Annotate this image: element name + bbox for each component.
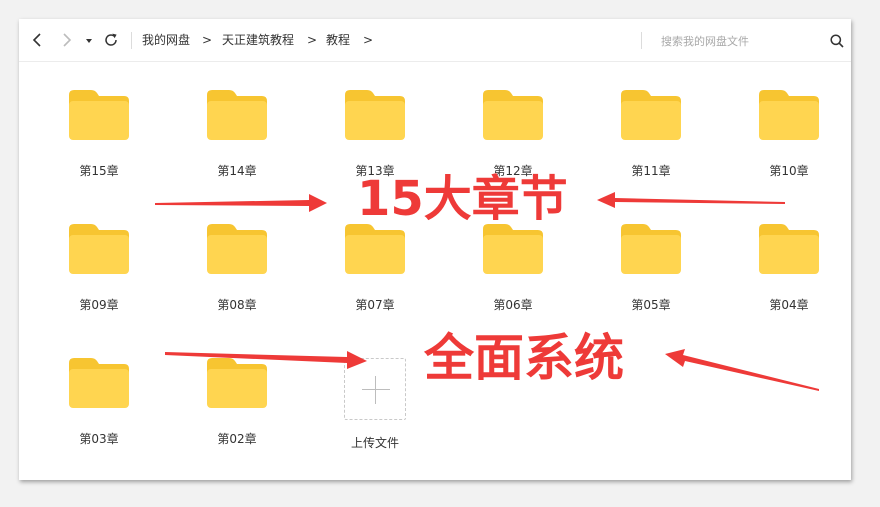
arrow-left-upper <box>597 192 785 208</box>
annotation-comprehensive: 全面系统 <box>424 329 624 387</box>
file-browser-window: 我的网盘 > 天正建筑教程 > 教程 > 第15章第14章第13章第12章第11… <box>19 19 851 480</box>
arrow-right-upper <box>155 194 327 212</box>
arrow-left-lower <box>665 349 819 391</box>
annotation-arrows <box>155 192 819 391</box>
arrow-right-lower <box>165 351 367 369</box>
annotation-chapters: 15大章节 <box>357 171 568 227</box>
